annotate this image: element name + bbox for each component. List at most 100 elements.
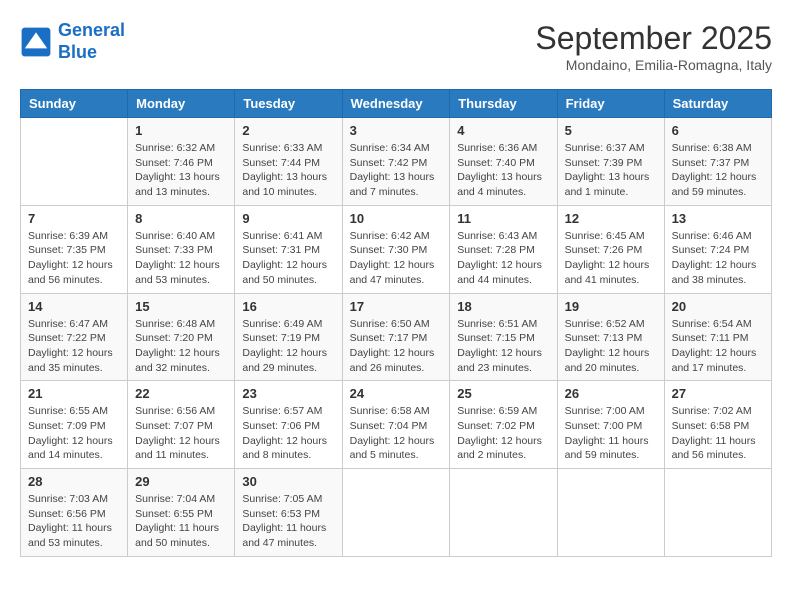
- cell-content: Sunrise: 6:49 AM Sunset: 7:19 PM Dayligh…: [242, 317, 334, 376]
- calendar-cell: 3 Sunrise: 6:34 AM Sunset: 7:42 PM Daylig…: [342, 118, 450, 206]
- cell-content: Sunrise: 6:40 AM Sunset: 7:33 PM Dayligh…: [135, 229, 227, 288]
- day-number: 24: [350, 386, 443, 401]
- cell-content: Sunrise: 6:56 AM Sunset: 7:07 PM Dayligh…: [135, 404, 227, 463]
- calendar-cell: 9 Sunrise: 6:41 AM Sunset: 7:31 PM Daylig…: [235, 205, 342, 293]
- cell-content: Sunrise: 6:37 AM Sunset: 7:39 PM Dayligh…: [565, 141, 657, 200]
- day-number: 9: [242, 211, 334, 226]
- day-number: 2: [242, 123, 334, 138]
- calendar-cell: 11Sunrise: 6:43 AM Sunset: 7:28 PM Dayli…: [450, 205, 557, 293]
- day-number: 28: [28, 474, 120, 489]
- day-number: 17: [350, 299, 443, 314]
- day-of-week-header: Friday: [557, 90, 664, 118]
- day-number: 4: [457, 123, 549, 138]
- calendar-cell: 20 Sunrise: 6:54 AM Sunset: 7:11 PM Dayli…: [664, 293, 771, 381]
- month-title: September 2025: [535, 20, 772, 57]
- day-of-week-header: Tuesday: [235, 90, 342, 118]
- cell-content: Sunrise: 6:33 AM Sunset: 7:44 PM Dayligh…: [242, 141, 334, 200]
- cell-content: Sunrise: 6:47 AM Sunset: 7:22 PM Dayligh…: [28, 317, 120, 376]
- calendar-cell: [557, 469, 664, 557]
- day-of-week-header: Monday: [128, 90, 235, 118]
- day-number: 18: [457, 299, 549, 314]
- cell-content: Sunrise: 6:50 AM Sunset: 7:17 PM Dayligh…: [350, 317, 443, 376]
- cell-content: Sunrise: 7:00 AM Sunset: 7:00 PM Dayligh…: [565, 404, 657, 463]
- cell-content: Sunrise: 6:54 AM Sunset: 7:11 PM Dayligh…: [672, 317, 764, 376]
- day-number: 27: [672, 386, 764, 401]
- cell-content: Sunrise: 6:52 AM Sunset: 7:13 PM Dayligh…: [565, 317, 657, 376]
- calendar-week-row: 7 Sunrise: 6:39 AM Sunset: 7:35 PM Daylig…: [21, 205, 772, 293]
- cell-content: Sunrise: 6:55 AM Sunset: 7:09 PM Dayligh…: [28, 404, 120, 463]
- calendar-cell: 15 Sunrise: 6:48 AM Sunset: 7:20 PM Dayli…: [128, 293, 235, 381]
- calendar-cell: [450, 469, 557, 557]
- calendar-cell: 7 Sunrise: 6:39 AM Sunset: 7:35 PM Daylig…: [21, 205, 128, 293]
- calendar-week-row: 1 Sunrise: 6:32 AM Sunset: 7:46 PM Daylig…: [21, 118, 772, 206]
- cell-content: Sunrise: 6:32 AM Sunset: 7:46 PM Dayligh…: [135, 141, 227, 200]
- cell-content: Sunrise: 6:36 AM Sunset: 7:40 PM Dayligh…: [457, 141, 549, 200]
- cell-content: Sunrise: 6:34 AM Sunset: 7:42 PM Dayligh…: [350, 141, 443, 200]
- cell-content: Sunrise: 7:03 AM Sunset: 6:56 PM Dayligh…: [28, 492, 120, 551]
- title-block: September 2025 Mondaino, Emilia-Romagna,…: [535, 20, 772, 73]
- day-number: 15: [135, 299, 227, 314]
- logo-line1: General: [58, 20, 125, 40]
- day-number: 6: [672, 123, 764, 138]
- calendar-cell: 5Sunrise: 6:37 AM Sunset: 7:39 PM Daylig…: [557, 118, 664, 206]
- location-subtitle: Mondaino, Emilia-Romagna, Italy: [535, 57, 772, 73]
- day-number: 26: [565, 386, 657, 401]
- cell-content: Sunrise: 6:57 AM Sunset: 7:06 PM Dayligh…: [242, 404, 334, 463]
- day-number: 7: [28, 211, 120, 226]
- calendar-cell: 23 Sunrise: 6:57 AM Sunset: 7:06 PM Dayli…: [235, 381, 342, 469]
- day-of-week-header: Saturday: [664, 90, 771, 118]
- calendar-cell: 27 Sunrise: 7:02 AM Sunset: 6:58 PM Dayli…: [664, 381, 771, 469]
- cell-content: Sunrise: 6:41 AM Sunset: 7:31 PM Dayligh…: [242, 229, 334, 288]
- cell-content: Sunrise: 6:59 AM Sunset: 7:02 PM Dayligh…: [457, 404, 549, 463]
- day-number: 20: [672, 299, 764, 314]
- day-number: 12: [565, 211, 657, 226]
- day-of-week-header: Wednesday: [342, 90, 450, 118]
- calendar-cell: 14 Sunrise: 6:47 AM Sunset: 7:22 PM Dayli…: [21, 293, 128, 381]
- calendar-header-row: SundayMondayTuesdayWednesdayThursdayFrid…: [21, 90, 772, 118]
- calendar-cell: 18Sunrise: 6:51 AM Sunset: 7:15 PM Dayli…: [450, 293, 557, 381]
- logo-line2: Blue: [58, 42, 125, 64]
- day-number: 8: [135, 211, 227, 226]
- cell-content: Sunrise: 6:45 AM Sunset: 7:26 PM Dayligh…: [565, 229, 657, 288]
- calendar-cell: 26 Sunrise: 7:00 AM Sunset: 7:00 PM Dayli…: [557, 381, 664, 469]
- day-number: 10: [350, 211, 443, 226]
- cell-content: Sunrise: 6:39 AM Sunset: 7:35 PM Dayligh…: [28, 229, 120, 288]
- calendar-cell: 24 Sunrise: 6:58 AM Sunset: 7:04 PM Dayli…: [342, 381, 450, 469]
- day-number: 13: [672, 211, 764, 226]
- calendar-cell: 1 Sunrise: 6:32 AM Sunset: 7:46 PM Daylig…: [128, 118, 235, 206]
- calendar-cell: 21 Sunrise: 6:55 AM Sunset: 7:09 PM Dayli…: [21, 381, 128, 469]
- cell-content: Sunrise: 6:58 AM Sunset: 7:04 PM Dayligh…: [350, 404, 443, 463]
- cell-content: Sunrise: 7:04 AM Sunset: 6:55 PM Dayligh…: [135, 492, 227, 551]
- day-number: 19: [565, 299, 657, 314]
- calendar-cell: 8 Sunrise: 6:40 AM Sunset: 7:33 PM Daylig…: [128, 205, 235, 293]
- calendar-cell: 22 Sunrise: 6:56 AM Sunset: 7:07 PM Dayli…: [128, 381, 235, 469]
- day-number: 21: [28, 386, 120, 401]
- calendar-cell: 10 Sunrise: 6:42 AM Sunset: 7:30 PM Dayli…: [342, 205, 450, 293]
- day-number: 23: [242, 386, 334, 401]
- calendar-cell: 13 Sunrise: 6:46 AM Sunset: 7:24 PM Dayli…: [664, 205, 771, 293]
- day-number: 30: [242, 474, 334, 489]
- day-number: 22: [135, 386, 227, 401]
- calendar-cell: 2 Sunrise: 6:33 AM Sunset: 7:44 PM Daylig…: [235, 118, 342, 206]
- calendar-cell: 16 Sunrise: 6:49 AM Sunset: 7:19 PM Dayli…: [235, 293, 342, 381]
- cell-content: Sunrise: 6:48 AM Sunset: 7:20 PM Dayligh…: [135, 317, 227, 376]
- cell-content: Sunrise: 7:05 AM Sunset: 6:53 PM Dayligh…: [242, 492, 334, 551]
- calendar-week-row: 14 Sunrise: 6:47 AM Sunset: 7:22 PM Dayli…: [21, 293, 772, 381]
- calendar-cell: [21, 118, 128, 206]
- calendar-cell: 17 Sunrise: 6:50 AM Sunset: 7:17 PM Dayli…: [342, 293, 450, 381]
- calendar-cell: 30 Sunrise: 7:05 AM Sunset: 6:53 PM Dayli…: [235, 469, 342, 557]
- day-number: 16: [242, 299, 334, 314]
- cell-content: Sunrise: 6:43 AM Sunset: 7:28 PM Dayligh…: [457, 229, 549, 288]
- day-number: 25: [457, 386, 549, 401]
- page-header: General Blue September 2025 Mondaino, Em…: [20, 20, 772, 73]
- cell-content: Sunrise: 6:38 AM Sunset: 7:37 PM Dayligh…: [672, 141, 764, 200]
- day-number: 1: [135, 123, 227, 138]
- day-of-week-header: Thursday: [450, 90, 557, 118]
- cell-content: Sunrise: 7:02 AM Sunset: 6:58 PM Dayligh…: [672, 404, 764, 463]
- day-number: 3: [350, 123, 443, 138]
- calendar-cell: 19 Sunrise: 6:52 AM Sunset: 7:13 PM Dayli…: [557, 293, 664, 381]
- cell-content: Sunrise: 6:42 AM Sunset: 7:30 PM Dayligh…: [350, 229, 443, 288]
- day-number: 14: [28, 299, 120, 314]
- calendar-cell: 12 Sunrise: 6:45 AM Sunset: 7:26 PM Dayli…: [557, 205, 664, 293]
- cell-content: Sunrise: 6:46 AM Sunset: 7:24 PM Dayligh…: [672, 229, 764, 288]
